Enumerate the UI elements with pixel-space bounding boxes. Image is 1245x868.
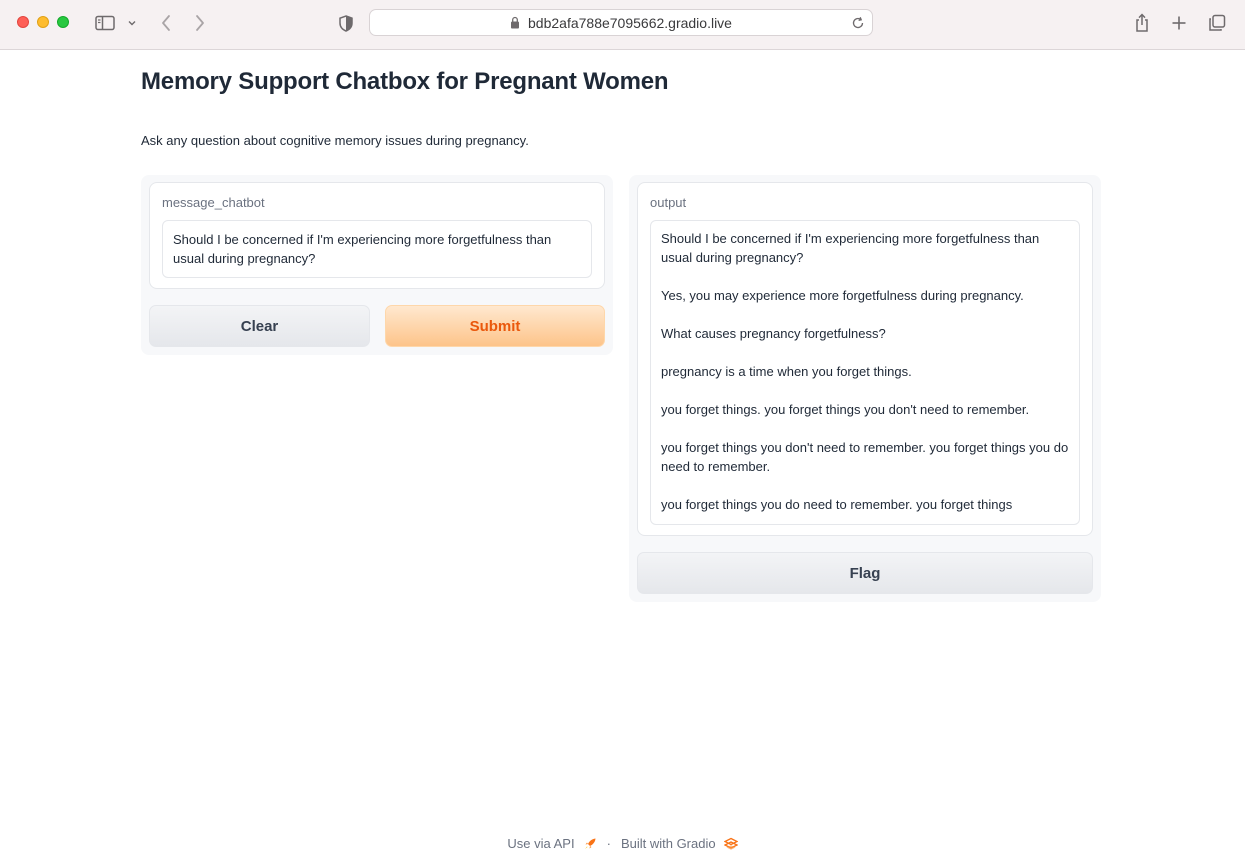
- browser-toolbar: bdb2afa788e7095662.gradio.live: [0, 0, 1245, 50]
- share-icon[interactable]: [1132, 12, 1152, 34]
- flag-button[interactable]: Flag: [637, 552, 1093, 594]
- message-textarea[interactable]: Should I be concerned if I'm experiencin…: [162, 220, 592, 278]
- output-paragraph: you forget things you do need to remembe…: [661, 497, 1013, 512]
- output-paragraph: Yes, you may experience more forgetfulne…: [661, 288, 1024, 303]
- url-text: bdb2afa788e7095662.gradio.live: [528, 14, 732, 31]
- output-paragraph: What causes pregnancy forgetfulness?: [661, 326, 886, 341]
- page-description: Ask any question about cognitive memory …: [141, 133, 529, 148]
- address-bar[interactable]: bdb2afa788e7095662.gradio.live: [369, 9, 873, 36]
- forward-arrow-icon[interactable]: [191, 12, 209, 34]
- sidebar-icon[interactable]: [94, 12, 116, 34]
- output-paragraph: you forget things. you forget things you…: [661, 402, 1030, 417]
- page-title: Memory Support Chatbox for Pregnant Wome…: [141, 68, 669, 95]
- new-tab-icon[interactable]: [1169, 12, 1189, 34]
- output-block: output Should I be concerned if I'm expe…: [637, 182, 1093, 536]
- tab-overview-icon[interactable]: [1206, 12, 1228, 34]
- output-label: output: [650, 195, 687, 210]
- use-via-api-link[interactable]: Use via API: [507, 836, 574, 851]
- footer-separator: ·: [606, 836, 611, 851]
- message-input-block: message_chatbot Should I be concerned if…: [149, 182, 605, 289]
- built-with-gradio-link[interactable]: Built with Gradio: [621, 836, 716, 851]
- zoom-window-button[interactable]: [57, 16, 69, 28]
- output-paragraph: you forget things you don't need to reme…: [661, 440, 1069, 474]
- output-textarea[interactable]: Should I be concerned if I'm experiencin…: [650, 220, 1080, 525]
- privacy-shield-icon[interactable]: [337, 12, 355, 34]
- chevron-down-icon[interactable]: [126, 12, 138, 34]
- gradio-logo-icon: [723, 837, 738, 851]
- submit-button[interactable]: Submit: [385, 305, 605, 347]
- footer: Use via API · Built with Gradio: [0, 836, 1245, 851]
- minimize-window-button[interactable]: [37, 16, 49, 28]
- message-input-label: message_chatbot: [162, 195, 265, 210]
- close-window-button[interactable]: [17, 16, 29, 28]
- output-paragraph: pregnancy is a time when you forget thin…: [661, 364, 912, 379]
- output-panel: output Should I be concerned if I'm expe…: [629, 175, 1101, 602]
- back-arrow-icon[interactable]: [157, 12, 175, 34]
- clear-button[interactable]: Clear: [149, 305, 370, 347]
- rocket-icon: [583, 837, 597, 851]
- output-paragraph: Should I be concerned if I'm experiencin…: [661, 231, 1040, 265]
- reload-icon[interactable]: [850, 15, 866, 31]
- lock-icon: [510, 16, 522, 30]
- input-panel: message_chatbot Should I be concerned if…: [141, 175, 613, 355]
